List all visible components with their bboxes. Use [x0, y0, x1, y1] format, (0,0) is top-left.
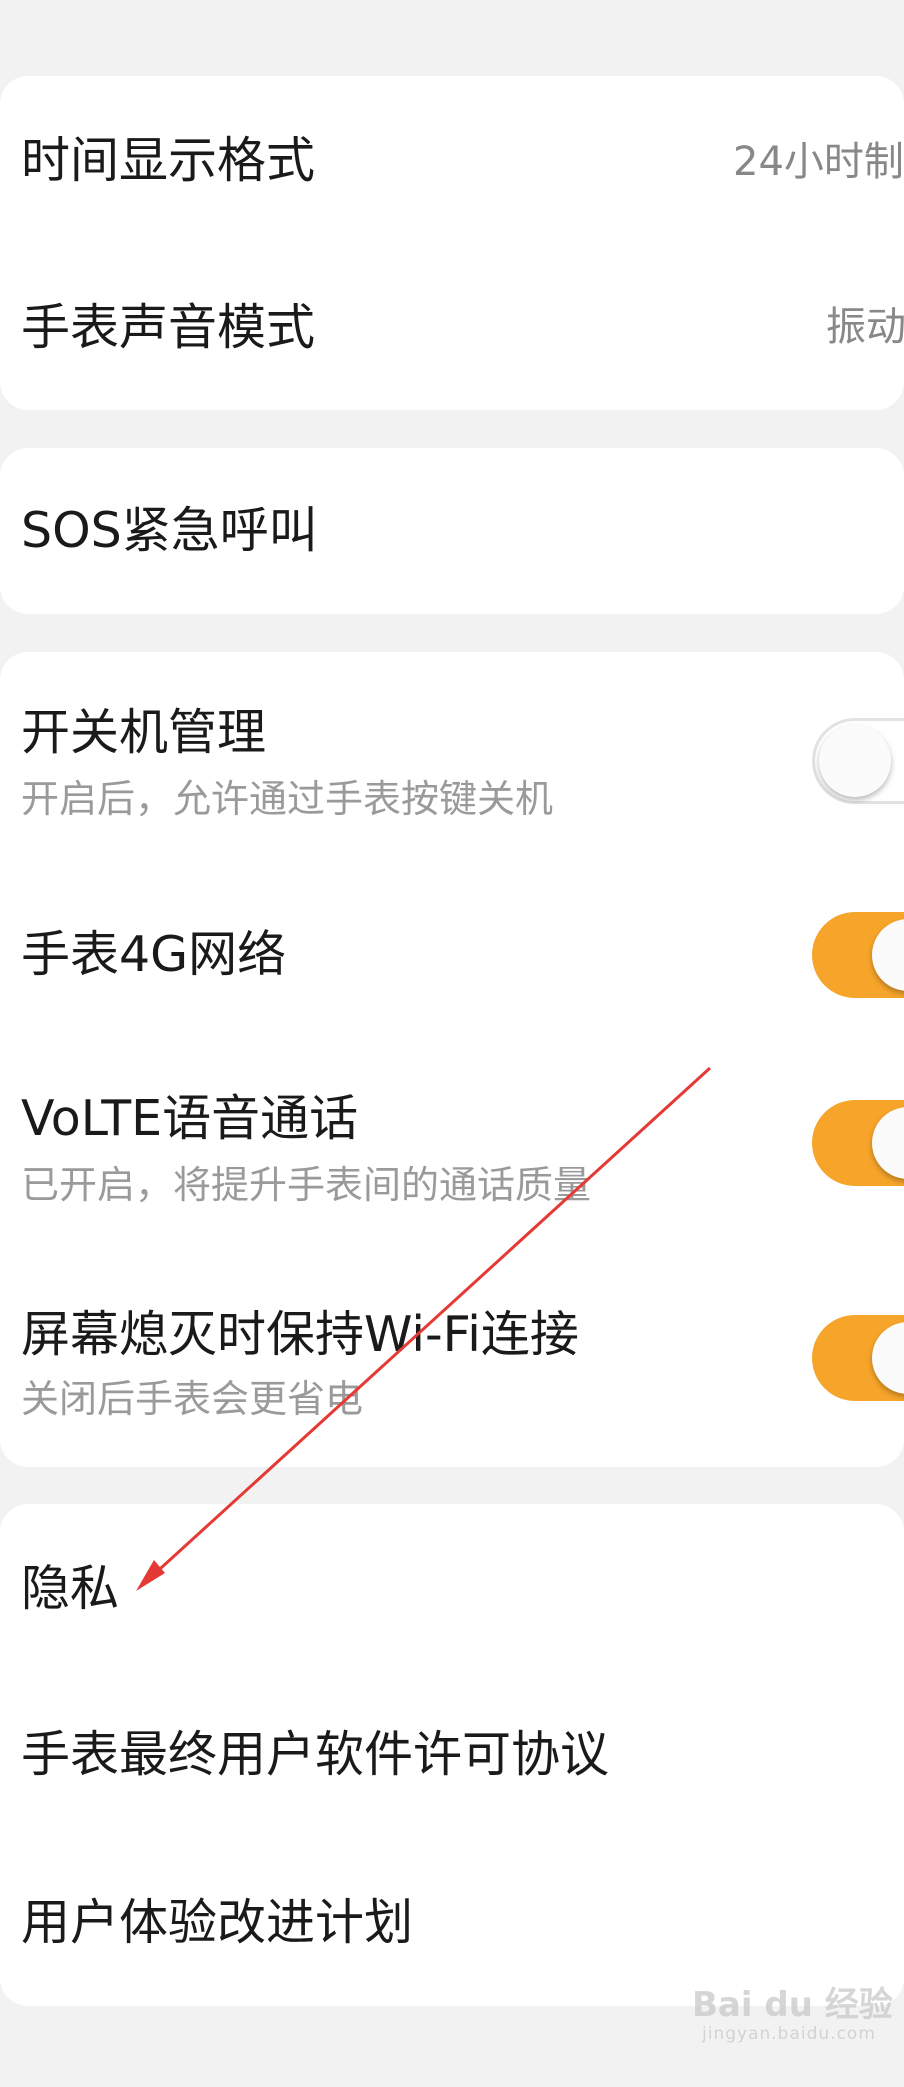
ux-plan-label: 用户体验改进计划 — [21, 1894, 414, 1951]
network-4g-label: 手表4G网络 — [21, 926, 287, 983]
watermark-subtext: jingyan.baidu.com — [702, 2024, 876, 2044]
volte-toggle[interactable] — [812, 1100, 904, 1186]
wifi-keep-toggle[interactable] — [812, 1315, 904, 1401]
settings-group-legal: 隐私 手表最终用户软件许可协议 用户体验改进计划 — [0, 1504, 904, 2006]
setting-row-privacy[interactable]: 隐私 — [0, 1504, 904, 1671]
setting-row-volte[interactable]: VoLTE语音通话 已开启，将提升手表间的通话质量 — [0, 1058, 904, 1274]
setting-row-power-management[interactable]: 开关机管理 开启后，允许通过手表按键关机 — [0, 652, 904, 868]
toggle-knob — [872, 919, 904, 991]
watermark-text: Bai du 经验 — [692, 1985, 893, 2025]
setting-row-eula[interactable]: 手表最终用户软件许可协议 — [0, 1671, 904, 1838]
eula-label: 手表最终用户软件许可协议 — [21, 1726, 610, 1783]
setting-row-wifi-keep[interactable]: 屏幕熄灭时保持Wi-Fi连接 关闭后手表会更省电 — [0, 1274, 904, 1467]
setting-row-sos[interactable]: SOS紧急呼叫 — [0, 448, 904, 614]
network-4g-toggle[interactable] — [812, 912, 904, 998]
wifi-keep-label: 屏幕熄灭时保持Wi-Fi连接 — [21, 1306, 579, 1363]
volte-label: VoLTE语音通话 — [21, 1090, 359, 1147]
setting-row-ux-plan[interactable]: 用户体验改进计划 — [0, 1838, 904, 2006]
privacy-label: 隐私 — [21, 1560, 120, 1617]
power-management-label: 开关机管理 — [21, 704, 267, 761]
toggle-knob — [872, 1322, 904, 1394]
setting-row-4g-network[interactable]: 手表4G网络 — [0, 868, 904, 1058]
settings-group-display-sound: 时间显示格式 24小时制 手表声音模式 振动 — [0, 76, 904, 410]
sound-mode-value: 振动 — [826, 304, 904, 350]
sos-label: SOS紧急呼叫 — [21, 502, 318, 559]
setting-row-time-format[interactable]: 时间显示格式 24小时制 — [0, 76, 904, 243]
power-management-desc: 开启后，允许通过手表按键关机 — [21, 777, 554, 821]
wifi-keep-desc: 关闭后手表会更省电 — [21, 1377, 364, 1421]
volte-desc: 已开启，将提升手表间的通话质量 — [21, 1163, 592, 1207]
power-management-toggle[interactable] — [812, 718, 904, 804]
sound-mode-label: 手表声音模式 — [21, 299, 316, 356]
toggle-knob — [872, 1107, 904, 1179]
time-format-value: 24小时制 — [733, 139, 904, 185]
baidu-jingyan-watermark: Bai du 经验 jingyan.baidu.com — [692, 1988, 893, 2043]
settings-group-connectivity: 开关机管理 开启后，允许通过手表按键关机 手表4G网络 VoLTE语音通话 已开… — [0, 652, 904, 1467]
toggle-knob — [819, 725, 891, 797]
setting-row-sound-mode[interactable]: 手表声音模式 振动 — [0, 243, 904, 410]
settings-group-sos: SOS紧急呼叫 — [0, 448, 904, 614]
time-format-label: 时间显示格式 — [21, 132, 316, 189]
